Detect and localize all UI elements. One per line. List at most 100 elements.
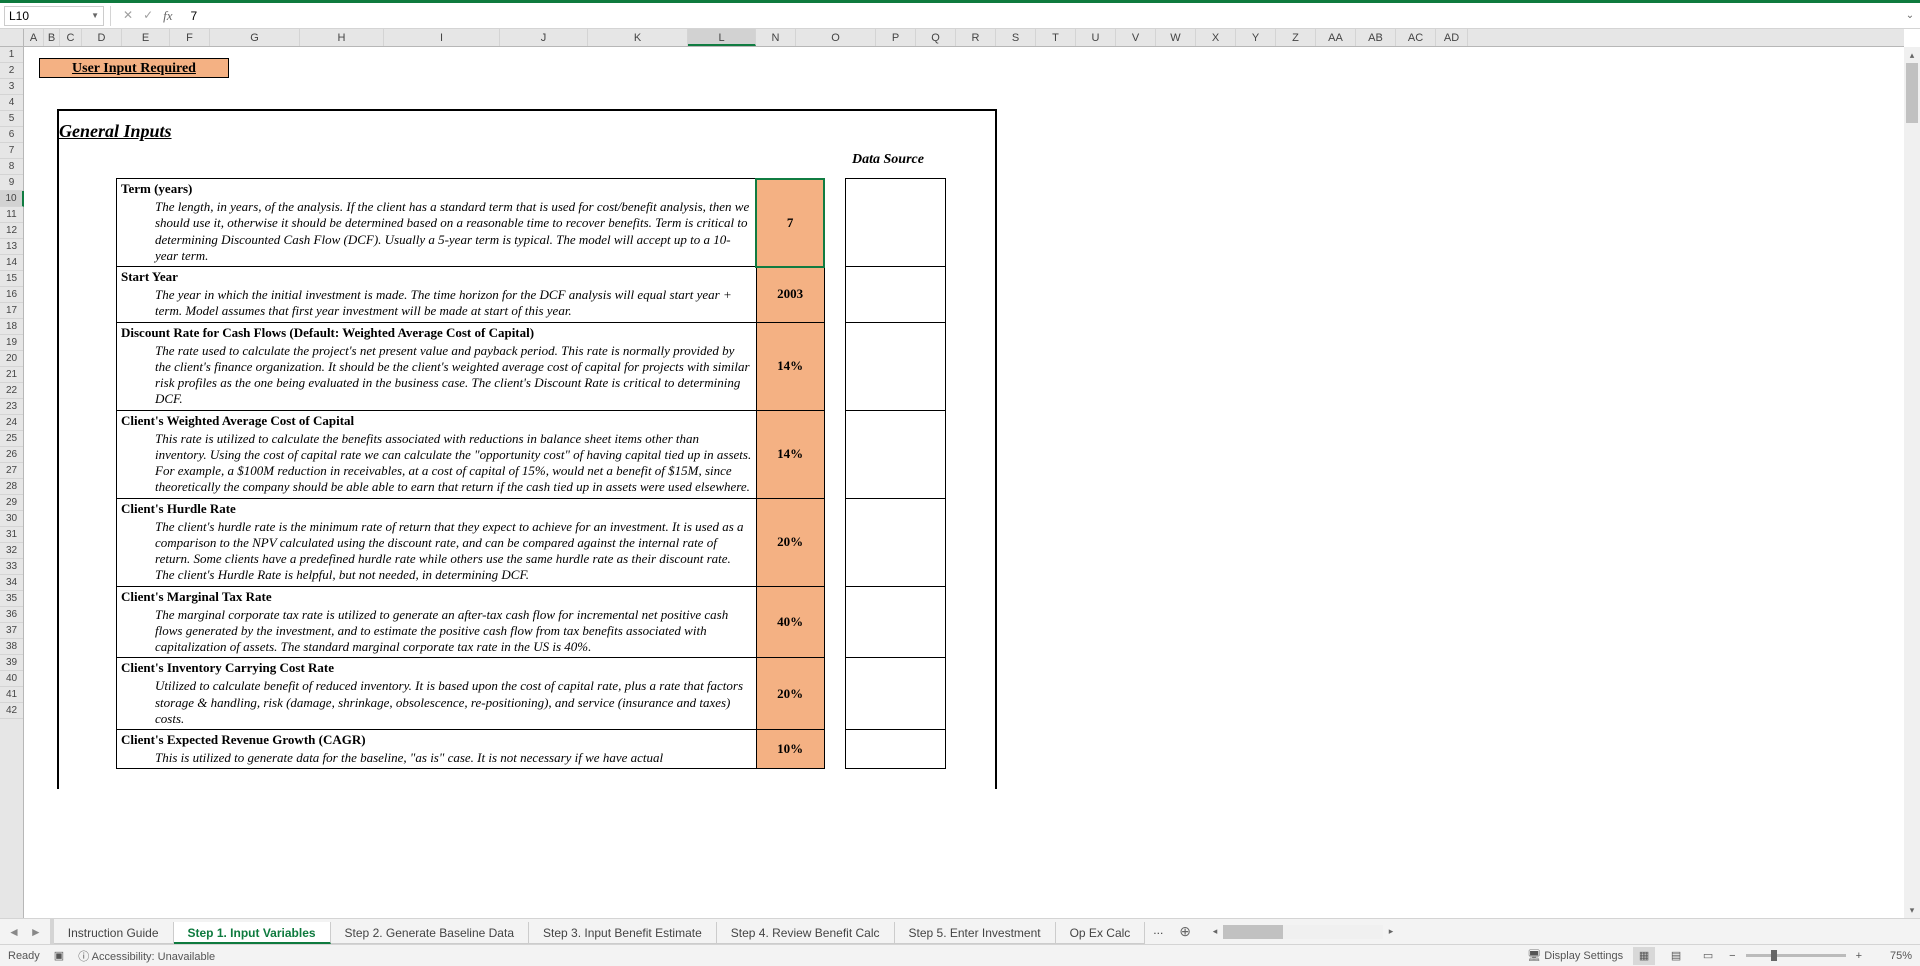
- row-header[interactable]: 6: [0, 127, 23, 143]
- data-source-cell[interactable]: [846, 658, 946, 730]
- name-box[interactable]: L10 ▼: [4, 6, 104, 26]
- row-header[interactable]: 5: [0, 111, 23, 127]
- row-header[interactable]: 38: [0, 639, 23, 655]
- row-header[interactable]: 39: [0, 655, 23, 671]
- column-header[interactable]: D: [82, 29, 122, 46]
- zoom-out-button[interactable]: −: [1729, 950, 1735, 962]
- row-header[interactable]: 12: [0, 223, 23, 239]
- column-header[interactable]: AB: [1356, 29, 1396, 46]
- input-description-cell[interactable]: Client's Expected Revenue Growth (CAGR)T…: [117, 730, 757, 769]
- row-header[interactable]: 31: [0, 527, 23, 543]
- data-source-cell[interactable]: [846, 267, 946, 323]
- scroll-right-icon[interactable]: ▸: [1383, 926, 1399, 937]
- column-header[interactable]: T: [1036, 29, 1076, 46]
- row-header[interactable]: 41: [0, 687, 23, 703]
- input-value-cell[interactable]: 2003: [756, 267, 824, 323]
- vertical-scrollbar[interactable]: ▴ ▾: [1904, 47, 1920, 918]
- input-value-cell[interactable]: 7: [756, 179, 824, 267]
- row-header[interactable]: 23: [0, 399, 23, 415]
- column-header[interactable]: V: [1116, 29, 1156, 46]
- input-description-cell[interactable]: Client's Marginal Tax RateThe marginal c…: [117, 586, 757, 658]
- column-header[interactable]: L: [688, 29, 756, 46]
- column-header[interactable]: Z: [1276, 29, 1316, 46]
- input-value-cell[interactable]: 20%: [756, 498, 824, 586]
- row-header[interactable]: 11: [0, 207, 23, 223]
- row-header[interactable]: 27: [0, 463, 23, 479]
- row-header[interactable]: 7: [0, 143, 23, 159]
- row-header[interactable]: 18: [0, 319, 23, 335]
- zoom-percentage[interactable]: 75%: [1872, 950, 1912, 962]
- page-break-view-button[interactable]: ▭: [1697, 947, 1719, 965]
- column-header[interactable]: F: [170, 29, 210, 46]
- column-header[interactable]: A: [24, 29, 44, 46]
- input-value-cell[interactable]: 14%: [756, 410, 824, 498]
- sheet-tab[interactable]: Step 2. Generate Baseline Data: [331, 922, 529, 944]
- fx-icon[interactable]: fx: [163, 8, 172, 24]
- tab-next-icon[interactable]: ►: [30, 925, 42, 939]
- column-header[interactable]: W: [1156, 29, 1196, 46]
- sheet-tab[interactable]: Instruction Guide: [54, 922, 174, 944]
- more-tabs[interactable]: ...: [1145, 919, 1171, 944]
- zoom-handle[interactable]: [1771, 950, 1777, 961]
- sheet-tab[interactable]: Step 3. Input Benefit Estimate: [529, 922, 717, 944]
- column-header[interactable]: C: [60, 29, 82, 46]
- normal-view-button[interactable]: ▦: [1633, 947, 1655, 965]
- row-header[interactable]: 4: [0, 95, 23, 111]
- column-header[interactable]: X: [1196, 29, 1236, 46]
- column-header[interactable]: H: [300, 29, 384, 46]
- tab-prev-icon[interactable]: ◄: [8, 925, 20, 939]
- data-source-cell[interactable]: [846, 410, 946, 498]
- input-description-cell[interactable]: Client's Inventory Carrying Cost RateUti…: [117, 658, 757, 730]
- row-header[interactable]: 29: [0, 495, 23, 511]
- column-header[interactable]: AA: [1316, 29, 1356, 46]
- column-header[interactable]: J: [500, 29, 588, 46]
- column-header[interactable]: AC: [1396, 29, 1436, 46]
- horizontal-scrollbar[interactable]: ◂ ▸: [1207, 919, 1920, 944]
- row-header[interactable]: 25: [0, 431, 23, 447]
- column-header[interactable]: G: [210, 29, 300, 46]
- select-all-corner[interactable]: [0, 29, 24, 46]
- data-source-cell[interactable]: [846, 586, 946, 658]
- column-header[interactable]: P: [876, 29, 916, 46]
- row-header[interactable]: 42: [0, 703, 23, 719]
- macro-record-icon[interactable]: ▣: [54, 949, 64, 962]
- sheet-tab[interactable]: Step 5. Enter Investment: [895, 922, 1056, 944]
- input-description-cell[interactable]: Discount Rate for Cash Flows (Default: W…: [117, 322, 757, 410]
- input-description-cell[interactable]: Client's Hurdle RateThe client's hurdle …: [117, 498, 757, 586]
- row-header[interactable]: 14: [0, 255, 23, 271]
- column-header[interactable]: Y: [1236, 29, 1276, 46]
- data-source-cell[interactable]: [846, 730, 946, 769]
- row-header[interactable]: 2: [0, 63, 23, 79]
- scroll-thumb[interactable]: [1906, 63, 1918, 123]
- row-header[interactable]: 20: [0, 351, 23, 367]
- column-header[interactable]: O: [796, 29, 876, 46]
- row-header[interactable]: 33: [0, 559, 23, 575]
- row-header[interactable]: 28: [0, 479, 23, 495]
- row-header[interactable]: 15: [0, 271, 23, 287]
- column-header[interactable]: U: [1076, 29, 1116, 46]
- row-header[interactable]: 30: [0, 511, 23, 527]
- zoom-in-button[interactable]: +: [1856, 950, 1862, 962]
- row-header[interactable]: 8: [0, 159, 23, 175]
- row-header[interactable]: 3: [0, 79, 23, 95]
- row-header[interactable]: 26: [0, 447, 23, 463]
- sheet-tab[interactable]: Step 4. Review Benefit Calc: [717, 922, 895, 944]
- scroll-thumb[interactable]: [1223, 925, 1283, 939]
- input-description-cell[interactable]: Client's Weighted Average Cost of Capita…: [117, 410, 757, 498]
- sheet-tab[interactable]: Step 1. Input Variables: [174, 922, 331, 944]
- input-value-cell[interactable]: 14%: [756, 322, 824, 410]
- formula-input[interactable]: 7: [179, 9, 1900, 23]
- chevron-down-icon[interactable]: ▼: [91, 11, 99, 20]
- input-value-cell[interactable]: 10%: [756, 730, 824, 769]
- column-header[interactable]: B: [44, 29, 60, 46]
- column-header[interactable]: AD: [1436, 29, 1468, 46]
- scroll-left-icon[interactable]: ◂: [1207, 926, 1223, 937]
- column-header[interactable]: E: [122, 29, 170, 46]
- data-source-cell[interactable]: [846, 179, 946, 267]
- expand-formula-bar-icon[interactable]: ⌄: [1900, 10, 1920, 21]
- row-header[interactable]: 24: [0, 415, 23, 431]
- column-header[interactable]: I: [384, 29, 500, 46]
- accept-icon[interactable]: ✓: [143, 8, 153, 24]
- column-header[interactable]: S: [996, 29, 1036, 46]
- row-header[interactable]: 19: [0, 335, 23, 351]
